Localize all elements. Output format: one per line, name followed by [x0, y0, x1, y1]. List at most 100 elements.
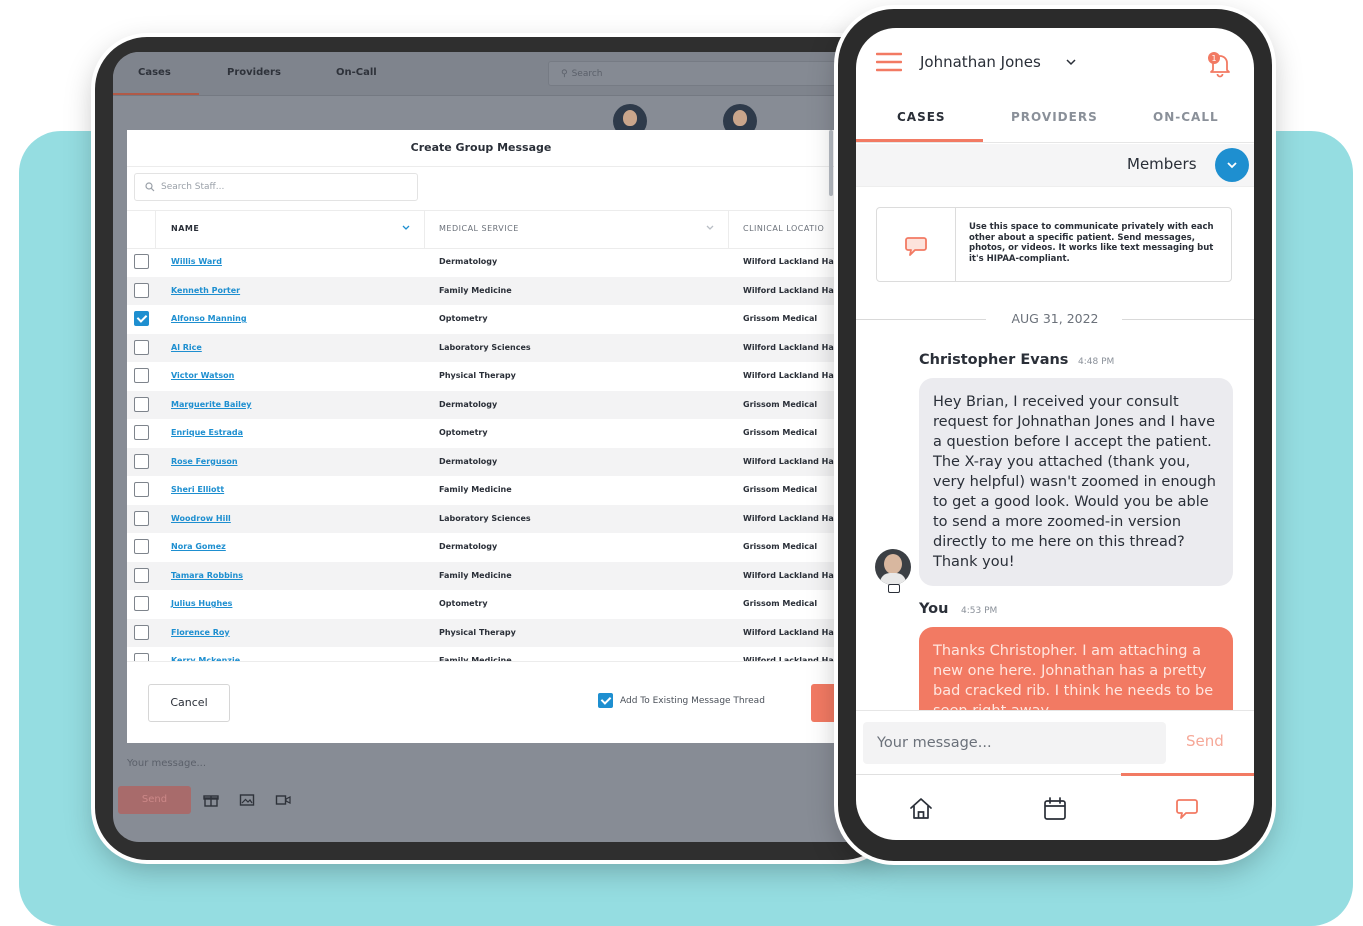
- row-checkbox[interactable]: [134, 596, 149, 611]
- column-header-location[interactable]: CLINICAL LOCATIO: [743, 224, 824, 233]
- staff-name-link[interactable]: Woodrow Hill: [171, 514, 231, 523]
- table-row[interactable]: Julius Hughes Optometry Grissom Medical: [127, 590, 835, 619]
- table-row[interactable]: Tamara Robbins Family Medicine Wilford Lac…: [127, 561, 835, 590]
- column-header-service[interactable]: MEDICAL SERVICE: [439, 224, 519, 233]
- phone-tabs: CASES PROVIDERS ON-CALL: [856, 98, 1254, 143]
- create-button[interactable]: [811, 684, 835, 722]
- cancel-button[interactable]: Cancel: [148, 684, 230, 722]
- medical-service: Physical Therapy: [439, 627, 516, 637]
- row-checkbox[interactable]: [134, 482, 149, 497]
- send-button[interactable]: Send: [1186, 732, 1224, 750]
- user-name[interactable]: Johnathan Jones: [920, 53, 1041, 71]
- tab-providers[interactable]: PROVIDERS: [1011, 110, 1098, 124]
- home-icon[interactable]: [908, 796, 934, 822]
- members-toggle-button[interactable]: [1215, 148, 1249, 182]
- table-row[interactable]: Marguerite Bailey Dermatology Grissom Medi…: [127, 390, 835, 419]
- row-checkbox[interactable]: [134, 624, 149, 640]
- row-checkbox[interactable]: [134, 453, 149, 469]
- tab-cases[interactable]: CASES: [897, 110, 946, 124]
- staff-search-input[interactable]: Search Staff...: [134, 173, 418, 201]
- incoming-message-bubble[interactable]: Hey Brian, I received your consult reque…: [919, 378, 1233, 586]
- message-sender: Christopher Evans: [919, 352, 1069, 368]
- staff-name-link[interactable]: Alfonso Manning: [171, 314, 247, 323]
- tab-cases[interactable]: Cases: [138, 67, 171, 78]
- medical-service: Dermatology: [439, 399, 498, 409]
- table-row[interactable]: Kerry Mckenzie Family Medicine Wilford Lac…: [127, 647, 835, 661]
- hamburger-menu-icon[interactable]: [876, 52, 902, 72]
- add-to-existing-checkbox[interactable]: [598, 693, 613, 708]
- tablet-search-input[interactable]: ⚲ Search: [548, 61, 868, 86]
- dialog-footer: Cancel Add To Existing Message Thread: [127, 661, 835, 743]
- create-group-message-dialog: Create Group Message Search Staff... NAM…: [127, 130, 835, 743]
- staff-name-link[interactable]: Florence Roy: [171, 628, 230, 637]
- clinical-location: Wilford Lackland Ha: [743, 285, 834, 295]
- staff-name-link[interactable]: Tamara Robbins: [171, 571, 243, 580]
- staff-name-link[interactable]: Enrique Estrada: [171, 428, 243, 437]
- column-divider: [728, 211, 729, 248]
- row-checkbox[interactable]: [134, 339, 149, 355]
- table-row[interactable]: Woodrow Hill Laboratory Sciences Wilford L…: [127, 504, 835, 533]
- staff-name-link[interactable]: Julius Hughes: [171, 599, 232, 608]
- row-checkbox[interactable]: [134, 396, 149, 412]
- medical-service: Family Medicine: [439, 485, 512, 494]
- staff-name-link[interactable]: Willis Ward: [171, 257, 222, 266]
- date-divider: AUG 31, 2022: [1011, 311, 1099, 326]
- video-icon[interactable]: [275, 792, 291, 808]
- chevron-down-icon[interactable]: [401, 224, 411, 232]
- clinical-location: Grissom Medical: [743, 485, 818, 494]
- table-row[interactable]: Nora Gomez Dermatology Grissom Medical: [127, 533, 835, 562]
- table-row[interactable]: Willis Ward Dermatology Wilford Lackland H…: [127, 248, 835, 277]
- table-row[interactable]: Alfonso Manning Optometry Grissom Medical: [127, 305, 835, 334]
- message-sender: You: [919, 601, 949, 617]
- gift-icon[interactable]: [203, 792, 219, 808]
- row-checkbox[interactable]: [134, 567, 149, 583]
- table-row[interactable]: Kenneth Porter Family Medicine Wilford Lac…: [127, 276, 835, 305]
- table-row[interactable]: Rose Ferguson Dermatology Wilford Lackland…: [127, 447, 835, 476]
- clinical-location: Grissom Medical: [743, 314, 818, 323]
- row-checkbox[interactable]: [134, 311, 149, 326]
- row-checkbox[interactable]: [134, 368, 149, 383]
- chat-icon[interactable]: [1174, 796, 1200, 822]
- staff-table-body: Willis Ward Dermatology Wilford Lackland H…: [127, 248, 835, 661]
- clinical-location: Wilford Lackland Ha: [743, 513, 834, 523]
- staff-name-link[interactable]: Nora Gomez: [171, 542, 226, 551]
- image-icon[interactable]: [239, 792, 255, 808]
- row-checkbox[interactable]: [134, 425, 149, 440]
- dialog-title: Create Group Message: [127, 130, 835, 167]
- tab-on-call[interactable]: ON-CALL: [1153, 110, 1219, 124]
- table-row[interactable]: Enrique Estrada Optometry Grissom Medical: [127, 419, 835, 448]
- row-checkbox[interactable]: [134, 282, 149, 298]
- tablet-send-button[interactable]: Send: [118, 786, 191, 814]
- tab-on-call[interactable]: On-Call: [336, 67, 377, 78]
- staff-name-link[interactable]: Sheri Elliott: [171, 485, 224, 494]
- table-row[interactable]: Victor Watson Physical Therapy Wilford Lac…: [127, 362, 835, 391]
- info-text: Use this space to communicate privately …: [969, 222, 1214, 264]
- staff-name-link[interactable]: Kenneth Porter: [171, 286, 240, 295]
- table-row[interactable]: Florence Roy Physical Therapy Wilford Lack…: [127, 618, 835, 647]
- table-row[interactable]: Al Rice Laboratory Sciences Wilford Lackla…: [127, 333, 835, 362]
- tablet-top-nav: Cases Providers On-Call ⚲ Search: [113, 52, 873, 96]
- row-checkbox[interactable]: [134, 510, 149, 526]
- phone-screen: Johnathan Jones 1 CASES PROVIDERS ON-CAL…: [856, 28, 1254, 840]
- chevron-down-icon[interactable]: [705, 224, 715, 232]
- row-checkbox[interactable]: [134, 254, 149, 269]
- chevron-down-icon[interactable]: [1065, 57, 1077, 67]
- staff-name-link[interactable]: Victor Watson: [171, 371, 234, 380]
- column-divider: [424, 211, 425, 248]
- clinical-location: Wilford Lackland Ha: [743, 627, 834, 637]
- calendar-icon[interactable]: [1042, 796, 1068, 822]
- avatar[interactable]: [875, 549, 911, 585]
- staff-name-link[interactable]: Marguerite Bailey: [171, 400, 252, 409]
- active-tab-underline: [856, 139, 983, 142]
- tablet-message-input[interactable]: Your message...: [127, 758, 206, 769]
- message-input[interactable]: Your message...: [863, 722, 1166, 764]
- scrollbar[interactable]: [829, 130, 833, 196]
- table-row[interactable]: Sheri Elliott Family Medicine Grissom Medi…: [127, 476, 835, 505]
- column-header-name[interactable]: NAME: [171, 224, 199, 233]
- bell-icon[interactable]: 1: [1206, 50, 1234, 78]
- staff-name-link[interactable]: Al Rice: [171, 343, 202, 352]
- row-checkbox[interactable]: [134, 653, 149, 661]
- staff-name-link[interactable]: Rose Ferguson: [171, 457, 238, 466]
- row-checkbox[interactable]: [134, 539, 149, 554]
- tab-providers[interactable]: Providers: [227, 67, 281, 78]
